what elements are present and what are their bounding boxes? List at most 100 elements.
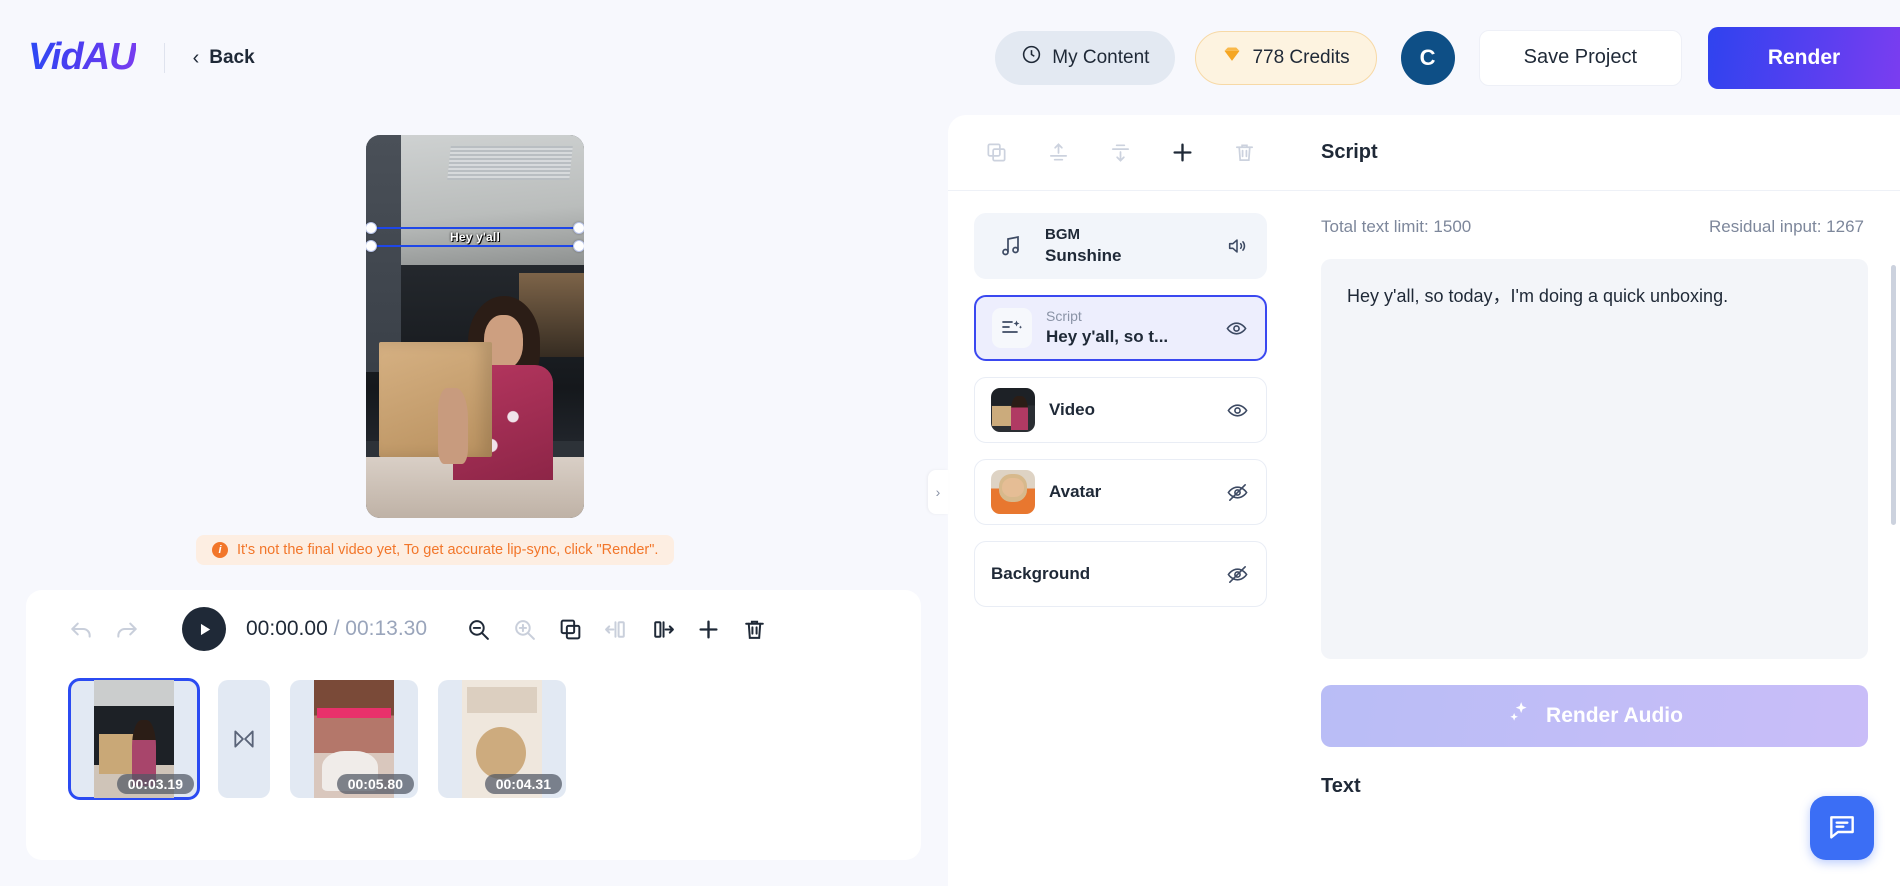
layer-title: Avatar <box>1049 482 1102 502</box>
layer-title: Background <box>991 564 1091 584</box>
play-button[interactable] <box>182 607 226 651</box>
credits-button[interactable]: 778 Credits <box>1195 30 1377 85</box>
timeline-clip[interactable]: 00:03.19 <box>68 678 200 800</box>
duplicate-icon[interactable] <box>547 606 593 652</box>
zoom-in-icon[interactable] <box>501 606 547 652</box>
clock-icon <box>1021 44 1042 71</box>
layer-text-group: BGM Sunshine <box>1045 226 1210 266</box>
layer-subtitle: Script <box>1046 308 1082 325</box>
lipsync-notice-text: It's not the final video yet, To get acc… <box>237 542 659 558</box>
info-icon: i <box>212 542 228 558</box>
timeline-clips: 00:03.19 00:05.80 00:04.31 <box>68 678 566 800</box>
eye-icon[interactable] <box>1224 397 1250 423</box>
clip-duration: 00:03.19 <box>116 774 194 794</box>
layer-text-group: Avatar <box>1049 481 1210 502</box>
my-content-button[interactable]: My Content <box>995 30 1176 85</box>
back-button[interactable]: ‹ Back <box>193 47 255 69</box>
move-up-icon[interactable] <box>1041 135 1077 171</box>
caption-text: Hey y'all <box>449 230 501 244</box>
timeline-panel: 00:00.00 / 00:13.30 00:03.19 00:05.80 00… <box>26 590 921 860</box>
chat-support-button[interactable] <box>1810 796 1874 860</box>
script-limits: Total text limit: 1500 Residual input: 1… <box>1293 191 1900 237</box>
chevron-right-icon: › <box>935 484 941 500</box>
plus-icon[interactable] <box>1165 135 1201 171</box>
clip-duration: 00:04.31 <box>484 774 562 794</box>
caption-selection-box[interactable]: Hey y'all <box>366 222 584 252</box>
text-section-title: Text <box>1321 775 1361 797</box>
layer-item-bgm[interactable]: BGM Sunshine <box>974 213 1267 279</box>
residual-input: Residual input: 1267 <box>1708 217 1864 236</box>
properties-title: Script <box>1293 115 1900 191</box>
trash-icon[interactable] <box>1227 135 1263 171</box>
chat-icon <box>1826 810 1858 847</box>
eye-icon[interactable] <box>1223 315 1249 341</box>
total-time: 00:13.30 <box>345 617 428 640</box>
resize-handle-top-left[interactable] <box>366 222 377 234</box>
total-text-limit: Total text limit: 1500 <box>1321 217 1472 236</box>
my-content-label: My Content <box>1052 46 1150 68</box>
undo-icon[interactable] <box>58 606 104 652</box>
header-actions: My Content 778 Credits C Save Project Re… <box>995 26 1900 89</box>
app-header: VidAU ‹ Back My Content 778 Credits C Sa… <box>0 0 1900 115</box>
preview-vent <box>447 146 573 181</box>
current-time: 00:00.00 <box>246 617 328 640</box>
redo-icon[interactable] <box>104 606 150 652</box>
render-audio-button[interactable]: Render Audio <box>1321 685 1868 747</box>
speaker-icon[interactable] <box>1224 233 1250 259</box>
resize-handle-bottom-right[interactable] <box>573 240 584 252</box>
script-icon <box>992 308 1032 348</box>
layer-text-group: Script Hey y'all, so t... <box>1046 308 1209 347</box>
layer-item-background[interactable]: Background <box>974 541 1267 607</box>
chevron-left-icon: ‹ <box>192 46 200 69</box>
eye-off-icon[interactable] <box>1224 561 1250 587</box>
panel-collapse-handle[interactable]: › <box>928 470 948 514</box>
avatar-thumb <box>991 470 1035 514</box>
properties-panel: Script Total text limit: 1500 Residual i… <box>1293 115 1900 886</box>
copy-icon[interactable] <box>979 135 1015 171</box>
save-project-button[interactable]: Save Project <box>1478 29 1682 86</box>
layer-item-script[interactable]: Script Hey y'all, so t... <box>974 295 1267 361</box>
layers-panel: BGM Sunshine Script Hey y'all, so t... V… <box>948 115 1293 886</box>
play-icon <box>200 623 210 635</box>
diamond-icon <box>1222 45 1242 71</box>
layers-toolbar <box>948 115 1293 191</box>
render-audio-label: Render Audio <box>1546 704 1683 727</box>
layer-title: Hey y'all, so t... <box>1046 327 1169 347</box>
video-preview-canvas[interactable]: Hey y'all <box>366 135 584 518</box>
time-separator: / <box>333 617 340 640</box>
script-input[interactable]: Hey y'all, so today，I'm doing a quick un… <box>1321 259 1868 659</box>
resize-handle-top-right[interactable] <box>573 222 584 234</box>
timecode-display: 00:00.00 / 00:13.30 <box>246 617 427 641</box>
credits-label: 778 Credits <box>1252 46 1350 68</box>
eye-off-icon[interactable] <box>1224 479 1250 505</box>
add-clip-icon[interactable] <box>685 606 731 652</box>
layer-title: Sunshine <box>1045 245 1122 265</box>
preview-cardboard-box <box>379 341 493 457</box>
timeline-clip[interactable]: 00:04.31 <box>438 680 566 798</box>
music-note-icon <box>991 226 1031 266</box>
back-button-label: Back <box>209 46 255 68</box>
zoom-out-icon[interactable] <box>455 606 501 652</box>
header-divider <box>163 42 165 73</box>
render-button[interactable]: Render <box>1708 26 1900 89</box>
layer-title: Video <box>1049 400 1095 420</box>
video-thumb <box>991 388 1035 432</box>
properties-scrollbar[interactable] <box>1891 265 1896 525</box>
split-left-icon[interactable] <box>593 606 639 652</box>
timeline-toolbar: 00:00.00 / 00:13.30 <box>26 590 921 668</box>
layer-item-video[interactable]: Video <box>974 377 1267 443</box>
clip-duration: 00:05.80 <box>336 774 414 794</box>
lipsync-notice: i It's not the final video yet, To get a… <box>196 535 675 565</box>
user-avatar[interactable]: C <box>1400 30 1455 85</box>
preview-wall <box>366 135 401 373</box>
layer-item-avatar[interactable]: Avatar <box>974 459 1267 525</box>
layer-subtitle: BGM <box>1045 225 1080 243</box>
timeline-clip[interactable]: 00:05.80 <box>290 680 418 798</box>
preview-person-arm <box>437 387 469 465</box>
move-down-icon[interactable] <box>1103 135 1139 171</box>
layers-list: BGM Sunshine Script Hey y'all, so t... V… <box>948 191 1293 607</box>
preview-column: Hey y'all i It's not the final video yet… <box>0 115 948 886</box>
delete-clip-icon[interactable] <box>731 606 777 652</box>
split-right-icon[interactable] <box>639 606 685 652</box>
transition-icon[interactable] <box>218 680 270 798</box>
